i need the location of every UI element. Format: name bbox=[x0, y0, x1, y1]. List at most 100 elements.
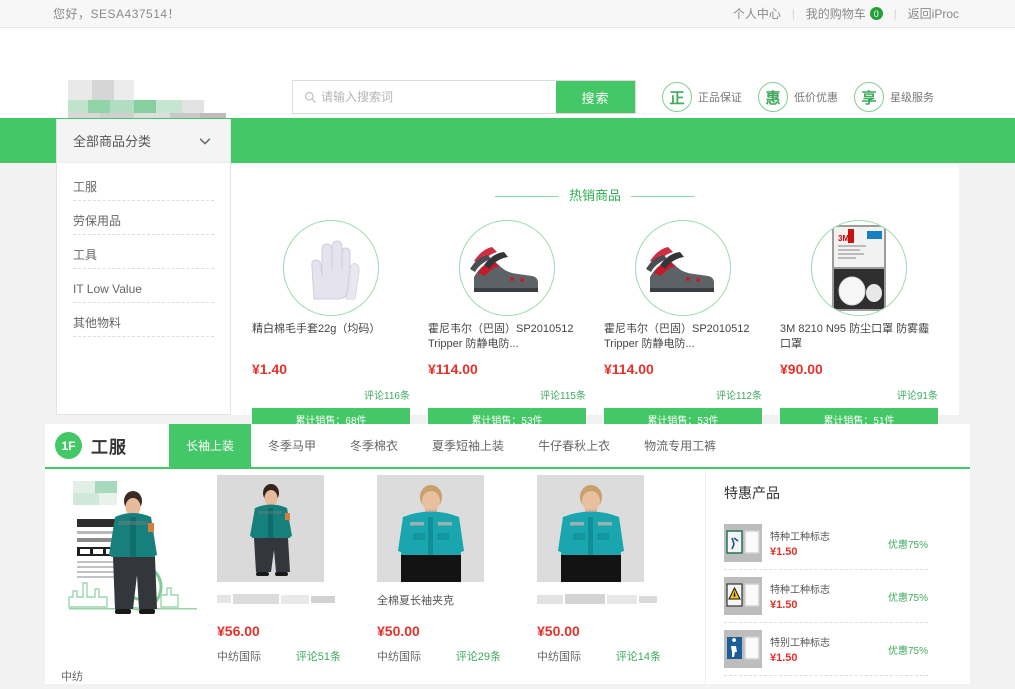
sidebar-item-label: 工具 bbox=[73, 248, 98, 262]
product-name: 霍尼韦尔（巴固）SP2010512 Tripper 防静电防... bbox=[428, 323, 574, 350]
floor-banner-caption: 中纺 bbox=[61, 671, 83, 683]
product-price: ¥56.00 bbox=[217, 623, 260, 639]
floor-badge: 1F bbox=[55, 432, 82, 459]
hot-products-title: 热销商品 bbox=[231, 165, 959, 204]
promo-item-discount: 优惠75% bbox=[887, 539, 928, 551]
sidebar-item-other-materials[interactable]: 其他物料 bbox=[73, 309, 214, 337]
sidebar-item-it-low-value[interactable]: IT Low Value bbox=[73, 275, 214, 303]
product-image-sign-plate-blue bbox=[724, 630, 762, 668]
product-name: 霍尼韦尔（巴固）SP2010512 Tripper 防静电防... bbox=[604, 323, 750, 350]
promo-title: 特惠产品 bbox=[724, 485, 780, 501]
product-name-redacted bbox=[537, 592, 667, 604]
tab-logistics-work-pants[interactable]: 物流专用工裤 bbox=[627, 424, 733, 467]
floor-banner-image bbox=[51, 477, 211, 632]
product-image-sign-plate-warning bbox=[724, 577, 762, 615]
greeting-text: 您好，SESA437514！ bbox=[53, 7, 181, 21]
hot-product-card[interactable]: 精白棉毛手套22g（均码） ¥1.40 评论116条 累计销售：68件 bbox=[243, 212, 419, 430]
search-button[interactable]: 搜索 bbox=[556, 81, 635, 113]
product-comment-count: 评论51条 bbox=[295, 651, 341, 663]
badge-low-price-icon: 惠 bbox=[758, 82, 788, 112]
product-image-safety-shoes[interactable] bbox=[459, 220, 555, 316]
link-my-cart-label: 我的购物车 bbox=[805, 7, 866, 21]
sidebar-item-labor-protection[interactable]: 劳保用品 bbox=[73, 207, 214, 235]
page-root: 您好，SESA437514！ 个人中心 | 我的购物车0 | 返回iProc bbox=[0, 0, 1015, 689]
tab-summer-short-sleeve-top[interactable]: 夏季短袖上装 bbox=[415, 424, 521, 467]
hot-product-card[interactable]: 3M 3M 8210 N95 防尘口罩 防雾霾口罩 ¥90.00 评论91条 累… bbox=[771, 212, 947, 430]
product-image-teal-jacket-model[interactable] bbox=[537, 475, 644, 582]
divider-right bbox=[631, 196, 695, 198]
promo-text: 特种工种标志 ¥1.50 bbox=[770, 528, 888, 558]
hot-products-panel: 热销商品 精白棉毛手套22g（均码） ¥1.40 评论116条 累计销售：68件 bbox=[231, 165, 959, 430]
promo-item[interactable]: 特种工种标志 ¥1.50 优惠75% bbox=[724, 517, 928, 570]
product-card[interactable]: ¥50.00 中纺国际 评论14条 bbox=[537, 475, 667, 684]
category-panel-header[interactable]: 全部商品分类 bbox=[57, 119, 230, 163]
product-image-worker-full-body-teal-uniform[interactable] bbox=[217, 475, 324, 582]
chevron-down-icon[interactable] bbox=[198, 134, 212, 148]
promo-text: 特别工种标志 ¥1.50 bbox=[770, 634, 888, 664]
sidebar-item-label: 劳保用品 bbox=[73, 214, 122, 228]
sidebar-item-uniform[interactable]: 工服 bbox=[73, 173, 214, 201]
product-image-white-cotton-gloves[interactable] bbox=[283, 220, 379, 316]
product-brand: 中纺国际 bbox=[537, 651, 581, 663]
link-personal-center[interactable]: 个人中心 bbox=[722, 5, 792, 22]
product-image-safety-shoes[interactable] bbox=[635, 220, 731, 316]
search-bar[interactable]: 搜索 bbox=[292, 80, 636, 114]
sidebar-item-label: 工服 bbox=[73, 180, 98, 194]
sidebar-item-label: IT Low Value bbox=[73, 281, 142, 296]
product-brand: 中纺国际 bbox=[377, 651, 421, 663]
product-comment-count: 评论116条 bbox=[364, 391, 410, 402]
trust-badges: 正 正品保证 惠 低价优惠 享 星级服务 bbox=[662, 82, 934, 112]
tab-winter-vest[interactable]: 冬季马甲 bbox=[251, 424, 333, 467]
promo-item-discount: 优惠75% bbox=[887, 645, 928, 657]
badge-authentic-label: 正品保证 bbox=[698, 92, 742, 104]
product-image-teal-jacket-model[interactable] bbox=[377, 475, 484, 582]
category-list: 工服 劳保用品 工具 IT Low Value 其他物料 bbox=[57, 163, 230, 337]
link-return-iproc[interactable]: 返回iProc bbox=[897, 5, 970, 22]
product-price: ¥50.00 bbox=[377, 623, 420, 639]
product-comment-count: 评论29条 bbox=[455, 651, 501, 663]
category-panel: 全部商品分类 工服 劳保用品 工具 IT Low Value 其他物料 bbox=[56, 119, 231, 415]
badge-authentic: 正 正品保证 bbox=[662, 82, 742, 112]
promo-item-price: ¥1.50 bbox=[770, 546, 798, 558]
product-comment-count: 评论14条 bbox=[615, 651, 661, 663]
product-name: 精白棉毛手套22g（均码） bbox=[252, 323, 381, 335]
sidebar-item-tools[interactable]: 工具 bbox=[73, 241, 214, 269]
floor-header: 1F 工服 长袖上装 冬季马甲 冬季棉衣 夏季短袖上装 牛仔春秋上衣 物流专用工… bbox=[45, 424, 970, 469]
product-image-n95-mask-box[interactable]: 3M bbox=[811, 220, 907, 316]
product-meta: 中纺国际 评论29条 bbox=[377, 648, 501, 664]
promo-item[interactable]: 特种工种标志 ¥1.50 优惠75% bbox=[724, 570, 928, 623]
floor-banner[interactable]: 中纺 bbox=[45, 469, 217, 684]
floor-title: 工服 bbox=[91, 438, 127, 457]
hot-products-grid: 精白棉毛手套22g（均码） ¥1.40 评论116条 累计销售：68件 霍尼韦尔… bbox=[231, 204, 959, 430]
hot-products-title-text: 热销商品 bbox=[568, 188, 621, 203]
promo-item[interactable]: 特别工种标志 ¥1.50 优惠75% bbox=[724, 623, 928, 676]
promo-item-price: ¥1.50 bbox=[770, 652, 798, 664]
floor-body: 中纺 ¥56.00 中纺国际 评论51条 全棉夏长袖夹克 ¥50.00 中纺国际… bbox=[45, 469, 970, 684]
sidebar-item-label: 其他物料 bbox=[73, 316, 122, 330]
tab-long-sleeve-top[interactable]: 长袖上装 bbox=[169, 424, 252, 467]
site-header: 搜索 正 正品保证 惠 低价优惠 享 星级服务 bbox=[0, 28, 1015, 135]
tab-winter-padded-coat[interactable]: 冬季棉衣 bbox=[333, 424, 415, 467]
link-my-cart[interactable]: 我的购物车 0 bbox=[795, 5, 894, 22]
product-price: ¥1.40 bbox=[252, 361, 288, 377]
product-card[interactable]: ¥56.00 中纺国际 评论51条 bbox=[217, 475, 347, 684]
category-panel-title: 全部商品分类 bbox=[73, 134, 152, 149]
svg-text:3M: 3M bbox=[838, 234, 849, 243]
product-image-sign-plate-worker bbox=[724, 524, 762, 562]
hot-product-card[interactable]: 霍尼韦尔（巴固）SP2010512 Tripper 防静电防... ¥114.0… bbox=[419, 212, 595, 430]
badge-star-service-icon: 享 bbox=[854, 82, 884, 112]
floor-tabs: 长袖上装 冬季马甲 冬季棉衣 夏季短袖上装 牛仔春秋上衣 物流专用工裤 bbox=[169, 424, 733, 467]
promo-item-name: 特种工种标志 bbox=[770, 532, 830, 543]
search-icon bbox=[293, 81, 321, 113]
product-card[interactable]: 全棉夏长袖夹克 ¥50.00 中纺国际 评论29条 bbox=[377, 475, 507, 684]
product-comment-count: 评论115条 bbox=[540, 391, 586, 402]
product-price: ¥50.00 bbox=[537, 623, 580, 639]
product-name: 3M 8210 N95 防尘口罩 防雾霾口罩 bbox=[780, 323, 930, 350]
search-input[interactable] bbox=[321, 81, 556, 113]
cart-count-badge: 0 bbox=[869, 7, 883, 21]
badge-authentic-icon: 正 bbox=[662, 82, 692, 112]
tab-denim-spring-autumn-top[interactable]: 牛仔春秋上衣 bbox=[521, 424, 627, 467]
badge-star-service: 享 星级服务 bbox=[854, 82, 934, 112]
hot-product-card[interactable]: 霍尼韦尔（巴固）SP2010512 Tripper 防静电防... ¥114.0… bbox=[595, 212, 771, 430]
product-brand: 中纺国际 bbox=[217, 651, 261, 663]
